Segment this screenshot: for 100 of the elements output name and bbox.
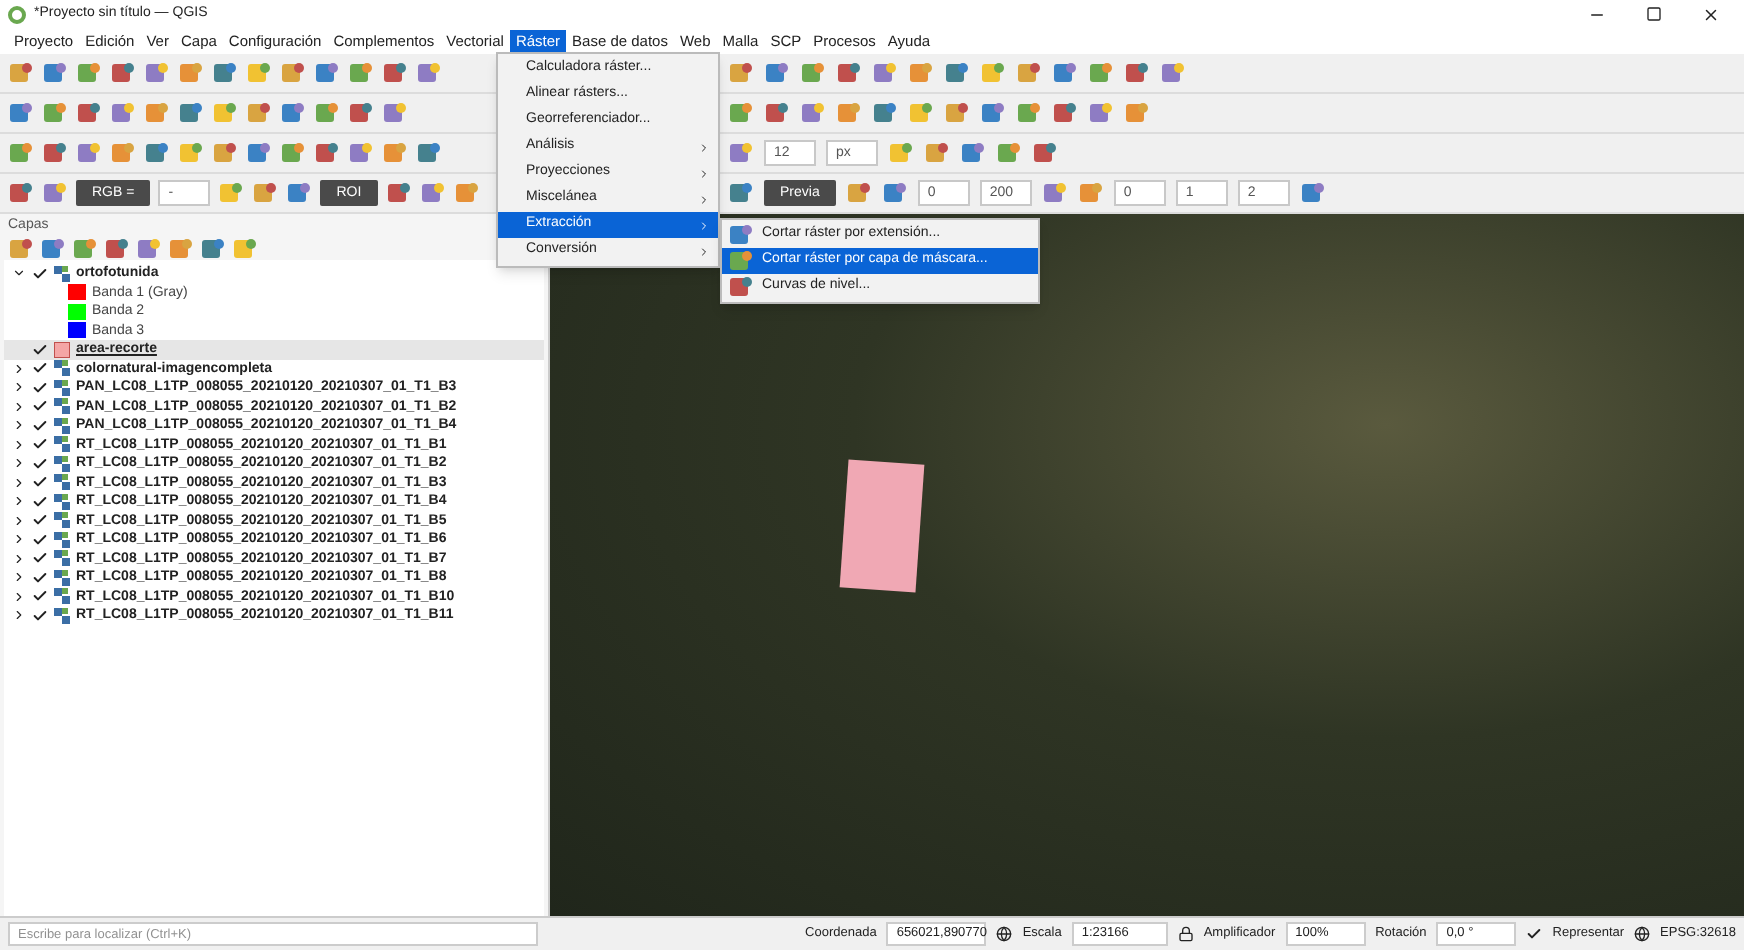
tool-icon[interactable] bbox=[348, 100, 374, 126]
layer-checkbox[interactable] bbox=[32, 436, 48, 453]
tool-icon[interactable] bbox=[881, 180, 908, 206]
tool-icon[interactable] bbox=[280, 140, 306, 166]
tool-icon[interactable] bbox=[728, 274, 754, 300]
layer-checkbox[interactable] bbox=[32, 607, 48, 624]
tool-icon[interactable] bbox=[836, 100, 862, 126]
tool-icon[interactable] bbox=[8, 100, 34, 126]
layer-checkbox[interactable] bbox=[32, 455, 48, 472]
tool-icon[interactable] bbox=[110, 140, 136, 166]
tool-icon[interactable] bbox=[944, 100, 970, 126]
layer-checkbox[interactable] bbox=[32, 569, 48, 586]
tool-icon[interactable] bbox=[385, 180, 412, 206]
tool-icon[interactable] bbox=[42, 60, 68, 86]
tool-icon[interactable] bbox=[764, 100, 790, 126]
tool-icon[interactable] bbox=[110, 60, 136, 86]
tool-icon[interactable] bbox=[1032, 140, 1058, 166]
tool-icon[interactable] bbox=[246, 140, 272, 166]
tool-icon[interactable] bbox=[924, 140, 950, 166]
tool-icon[interactable] bbox=[76, 140, 102, 166]
tool-icon[interactable] bbox=[728, 100, 754, 126]
tool-icon[interactable] bbox=[1052, 100, 1078, 126]
tool-icon[interactable] bbox=[252, 180, 279, 206]
tool-icon[interactable] bbox=[419, 180, 446, 206]
crs-globe-icon[interactable] bbox=[1634, 926, 1651, 942]
tool-icon[interactable] bbox=[314, 100, 340, 126]
tool-icon[interactable] bbox=[1088, 100, 1114, 126]
tool-icon[interactable] bbox=[168, 235, 194, 261]
tool-icon[interactable] bbox=[980, 100, 1006, 126]
tool-icon[interactable] bbox=[144, 140, 170, 166]
layer-checkbox[interactable] bbox=[32, 512, 48, 529]
tool-icon[interactable] bbox=[212, 140, 238, 166]
layer-checkbox[interactable] bbox=[32, 493, 48, 510]
tool-icon[interactable] bbox=[42, 140, 68, 166]
tool-icon[interactable] bbox=[178, 140, 204, 166]
tool-icon[interactable] bbox=[314, 60, 340, 86]
tool-icon[interactable] bbox=[200, 235, 226, 261]
tool-icon[interactable] bbox=[212, 100, 238, 126]
tool-icon[interactable] bbox=[104, 235, 130, 261]
tool-icon[interactable] bbox=[382, 100, 408, 126]
tool-icon[interactable] bbox=[1299, 180, 1326, 206]
toggle-extents-icon[interactable] bbox=[996, 926, 1013, 942]
tool-icon[interactable] bbox=[8, 180, 34, 206]
maximize-icon[interactable] bbox=[1646, 6, 1662, 22]
tool-icon[interactable] bbox=[72, 235, 98, 261]
tool-icon[interactable] bbox=[178, 60, 204, 86]
tool-icon[interactable] bbox=[800, 100, 826, 126]
tool-icon[interactable] bbox=[728, 140, 754, 166]
layer-checkbox[interactable] bbox=[32, 417, 48, 434]
tool-icon[interactable] bbox=[314, 140, 340, 166]
tool-icon[interactable] bbox=[382, 140, 408, 166]
tool-icon[interactable] bbox=[40, 235, 66, 261]
tool-icon[interactable] bbox=[280, 60, 306, 86]
tool-icon[interactable] bbox=[136, 235, 162, 261]
render-checkbox[interactable] bbox=[1526, 926, 1543, 942]
layer-checkbox[interactable] bbox=[32, 265, 48, 282]
tool-icon[interactable] bbox=[286, 180, 313, 206]
tool-icon[interactable] bbox=[280, 100, 306, 126]
tool-icon[interactable] bbox=[960, 140, 986, 166]
tool-icon[interactable] bbox=[1016, 100, 1042, 126]
tool-icon[interactable] bbox=[728, 248, 754, 274]
tool-icon[interactable] bbox=[246, 60, 272, 86]
tool-icon[interactable] bbox=[348, 60, 374, 86]
tool-icon[interactable] bbox=[382, 60, 408, 86]
tool-icon[interactable] bbox=[845, 180, 872, 206]
layer-checkbox[interactable] bbox=[32, 531, 48, 548]
tool-icon[interactable] bbox=[728, 180, 754, 206]
tool-icon[interactable] bbox=[144, 60, 170, 86]
tool-icon[interactable] bbox=[1124, 60, 1150, 86]
tool-icon[interactable] bbox=[836, 60, 862, 86]
tool-icon[interactable] bbox=[728, 222, 754, 248]
tool-icon[interactable] bbox=[888, 140, 914, 166]
tool-icon[interactable] bbox=[416, 60, 442, 86]
lock-icon[interactable] bbox=[1177, 926, 1194, 942]
layer-checkbox[interactable] bbox=[32, 550, 48, 567]
tool-icon[interactable] bbox=[908, 100, 934, 126]
tool-icon[interactable] bbox=[1052, 60, 1078, 86]
layer-checkbox[interactable] bbox=[32, 398, 48, 415]
tool-icon[interactable] bbox=[76, 60, 102, 86]
tool-icon[interactable] bbox=[232, 235, 258, 261]
layer-checkbox[interactable] bbox=[32, 474, 48, 491]
close-icon[interactable] bbox=[1702, 5, 1720, 23]
tool-icon[interactable] bbox=[764, 60, 790, 86]
layer-checkbox[interactable] bbox=[32, 360, 48, 377]
tool-icon[interactable] bbox=[348, 140, 374, 166]
layer-checkbox[interactable] bbox=[32, 341, 48, 358]
tool-icon[interactable] bbox=[1124, 100, 1150, 126]
tool-icon[interactable] bbox=[8, 235, 34, 261]
tool-icon[interactable] bbox=[246, 100, 272, 126]
tool-icon[interactable] bbox=[1077, 180, 1104, 206]
tool-icon[interactable] bbox=[212, 60, 238, 86]
layer-checkbox[interactable] bbox=[32, 379, 48, 396]
tool-icon[interactable] bbox=[908, 60, 934, 86]
layer-checkbox[interactable] bbox=[32, 588, 48, 605]
tool-icon[interactable] bbox=[218, 180, 245, 206]
tool-icon[interactable] bbox=[416, 140, 442, 166]
tool-icon[interactable] bbox=[980, 60, 1006, 86]
tool-icon[interactable] bbox=[76, 100, 102, 126]
tool-icon[interactable] bbox=[42, 180, 68, 206]
tool-icon[interactable] bbox=[872, 100, 898, 126]
